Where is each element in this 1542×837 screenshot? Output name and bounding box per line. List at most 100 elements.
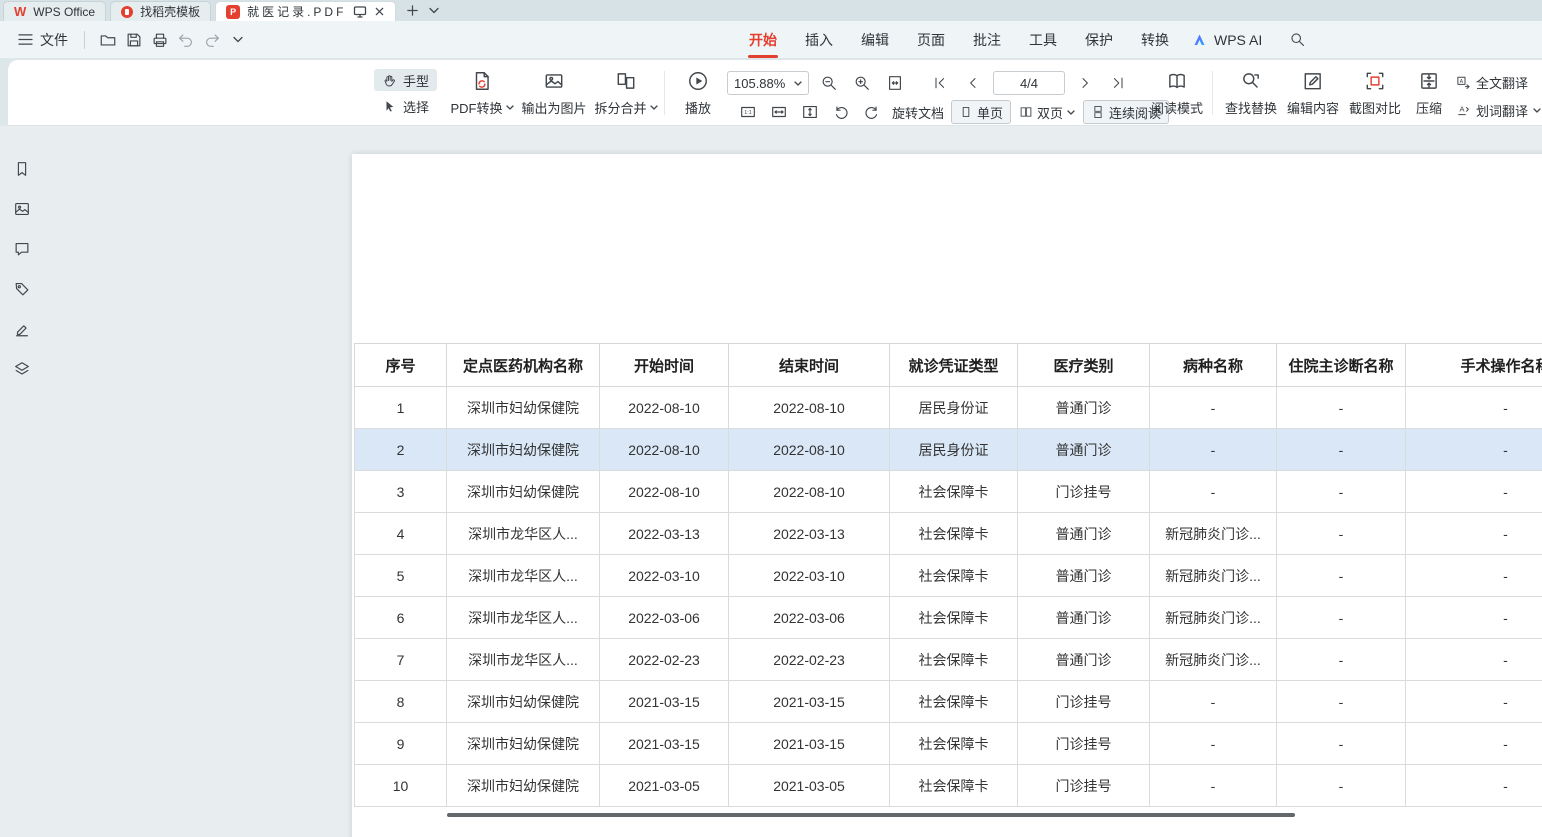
cell-institution: 深圳市龙华区人... [447, 555, 600, 597]
export-image-button[interactable]: 输出为图片 [518, 67, 590, 119]
fit-page-button[interactable] [882, 70, 908, 96]
fit-height-button[interactable] [797, 99, 823, 125]
last-page-button[interactable] [1105, 70, 1131, 96]
layers-panel-button[interactable] [9, 356, 35, 382]
fit-width-button[interactable] [766, 99, 792, 125]
menubar: 文件 开始 插入 编辑 页面 批注 工具 保护 转换 [0, 21, 1542, 58]
menu-tab-comment[interactable]: 批注 [959, 21, 1015, 58]
menu-tab-page[interactable]: 页面 [903, 21, 959, 58]
pdf-convert-label: PDF转换 [450, 98, 502, 117]
pdf-page[interactable]: 序号 定点医药机构名称 开始时间 结束时间 就诊凭证类型 医疗类别 病种名称 住… [352, 154, 1542, 837]
edit-content-button[interactable]: 编辑内容 [1282, 67, 1344, 119]
cell-disease-name: 新冠肺炎门诊... [1150, 639, 1277, 681]
screen-share-icon[interactable] [353, 5, 367, 19]
tab-wps-home[interactable]: W WPS Office [3, 1, 106, 21]
hand-tool-button[interactable]: 手型 [374, 69, 437, 91]
layers-icon [13, 360, 31, 378]
pdf-convert-button[interactable]: PDF转换 [446, 67, 518, 119]
actual-size-button[interactable]: 1:1 [735, 99, 761, 125]
rotate-right-button[interactable] [859, 99, 885, 125]
menu-tab-insert[interactable]: 插入 [791, 21, 847, 58]
pdf-convert-icon [471, 70, 493, 92]
full-translate-button[interactable]: A 全文翻译 [1456, 73, 1541, 92]
menu-tab-edit[interactable]: 编辑 [847, 21, 903, 58]
tab-docer-template[interactable]: 找稻壳模板 [110, 1, 211, 21]
bookmarks-panel-button[interactable] [9, 156, 35, 182]
find-replace-button[interactable]: 查找替换 [1220, 67, 1282, 119]
convert-group: PDF转换 输出为图片 拆分合并 [446, 67, 662, 119]
last-page-icon [1110, 75, 1126, 91]
tools-group: 查找替换 编辑内容 截图对比 压缩 [1220, 67, 1452, 119]
chevron-down-icon [650, 105, 658, 110]
full-translate-icon: A [1456, 75, 1471, 90]
menu-tab-tools[interactable]: 工具 [1015, 21, 1071, 58]
word-translate-button[interactable]: A 划词翻译 [1456, 101, 1541, 120]
split-merge-icon [615, 70, 637, 92]
redo-button[interactable] [199, 27, 225, 53]
cell-institution: 深圳市龙华区人... [447, 513, 600, 555]
zoom-in-icon [853, 74, 871, 92]
rotate-left-button[interactable] [828, 99, 854, 125]
file-menu-button[interactable]: 文件 [12, 26, 74, 54]
menu-tab-protect[interactable]: 保护 [1071, 21, 1127, 58]
horizontal-scrollbar-thumb[interactable] [447, 813, 1295, 817]
screenshot-compare-button[interactable]: 截图对比 [1344, 67, 1406, 119]
thumbnails-panel-button[interactable] [9, 196, 35, 222]
cell-credential-type: 社会保障卡 [890, 639, 1018, 681]
wps-ai-button[interactable]: WPS AI [1192, 32, 1262, 48]
cell-end-date: 2022-08-10 [729, 471, 890, 513]
undo-button[interactable] [173, 27, 199, 53]
cell-diagnosis-name: - [1277, 723, 1406, 765]
new-tab-icon[interactable] [406, 4, 419, 17]
first-page-button[interactable] [927, 70, 953, 96]
rotate-document-button[interactable]: 旋转文档 [890, 103, 946, 122]
cell-credential-type: 社会保障卡 [890, 513, 1018, 555]
open-file-button[interactable] [95, 27, 121, 53]
zoom-in-button[interactable] [849, 70, 875, 96]
close-tab-icon[interactable] [374, 6, 385, 17]
print-button[interactable] [147, 27, 173, 53]
annotations-panel-button[interactable] [9, 276, 35, 302]
zoom-level-select[interactable]: 105.88% [727, 71, 809, 95]
tab-list-chevron-icon[interactable] [429, 7, 439, 14]
double-page-icon [1019, 105, 1033, 119]
undo-icon [177, 31, 195, 49]
signature-panel-button[interactable] [9, 316, 35, 342]
double-page-button[interactable]: 双页 [1016, 103, 1078, 122]
cell-index: 2 [355, 429, 447, 471]
chevron-down-icon [506, 105, 514, 110]
cursor-icon [382, 99, 397, 114]
svg-text:A: A [1459, 104, 1464, 113]
comments-panel-button[interactable] [9, 236, 35, 262]
play-button[interactable]: 播放 [672, 67, 724, 119]
split-merge-button[interactable]: 拆分合并 [590, 67, 662, 119]
menu-tab-home[interactable]: 开始 [735, 21, 791, 58]
compress-button[interactable]: 压缩 [1406, 67, 1452, 119]
cell-end-date: 2022-08-10 [729, 387, 890, 429]
full-translate-label: 全文翻译 [1476, 73, 1528, 92]
zoom-value: 105.88% [734, 76, 785, 91]
next-page-button[interactable] [1072, 70, 1098, 96]
cell-medical-category: 普通门诊 [1018, 597, 1150, 639]
ribbon-toolbar: 手型 选择 PDF转换 输出为图片 拆分合并 [8, 60, 1542, 126]
cell-operation-name: - [1406, 387, 1542, 429]
tab-document-active[interactable]: P 就医记录.PDF [215, 1, 396, 21]
menu-tab-label: 工具 [1029, 30, 1057, 50]
menubar-right: WPS AI [1192, 21, 1310, 58]
cell-end-date: 2022-03-13 [729, 513, 890, 555]
rotate-document-label: 旋转文档 [892, 106, 944, 121]
single-page-toggle[interactable]: 单页 [951, 100, 1011, 124]
table-row: 3 深圳市妇幼保健院 2022-08-10 2022-08-10 社会保障卡 门… [355, 471, 1542, 513]
fit-height-icon [801, 103, 819, 121]
zoom-out-button[interactable] [816, 70, 842, 96]
quick-access-dropdown[interactable] [225, 27, 251, 53]
previous-page-button[interactable] [960, 70, 986, 96]
menu-search-button[interactable] [1284, 27, 1310, 53]
save-button[interactable] [121, 27, 147, 53]
select-tool-button[interactable]: 选择 [374, 95, 437, 117]
page-number-input[interactable] [993, 71, 1065, 95]
read-mode-label: 阅读模式 [1151, 98, 1203, 117]
redo-icon [203, 31, 221, 49]
read-mode-button[interactable]: 阅读模式 [1148, 67, 1206, 119]
menu-tab-convert[interactable]: 转换 [1127, 21, 1183, 58]
